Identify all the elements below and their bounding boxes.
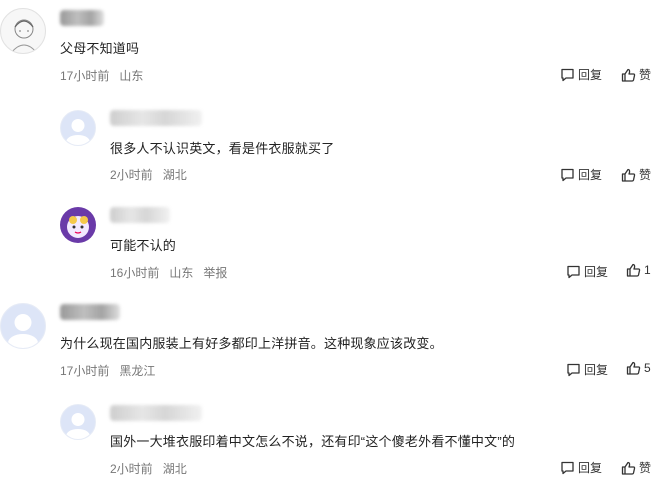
reply-label: 回复 xyxy=(578,461,603,475)
avatar-body-shape xyxy=(66,429,90,439)
like-button[interactable]: 赞 xyxy=(621,66,651,83)
thumbs-up-icon xyxy=(621,68,636,82)
like-button[interactable]: 5 xyxy=(626,361,651,375)
comment-bubble-icon xyxy=(567,265,580,278)
avatar[interactable] xyxy=(60,110,96,146)
comment-time: 17小时前 xyxy=(60,364,110,378)
like-button[interactable]: 赞 xyxy=(621,459,651,476)
reply-button[interactable]: 回复 xyxy=(560,66,602,83)
comment-location: 湖北 xyxy=(162,462,187,476)
comment-location: 湖北 xyxy=(162,168,187,182)
thumbs-up-icon xyxy=(621,168,636,182)
like-button[interactable]: 1 xyxy=(626,263,651,277)
comment-meta: 2小时前 湖北 xyxy=(110,166,197,183)
comment-time: 2小时前 xyxy=(110,462,153,476)
reply-label: 回复 xyxy=(578,68,603,82)
comment-time: 17小时前 xyxy=(60,69,110,83)
reply-button[interactable]: 回复 xyxy=(566,263,608,280)
comment-meta: 16小时前 山东 举报 xyxy=(110,264,237,281)
avatar[interactable] xyxy=(0,303,46,349)
thumbs-up-icon xyxy=(621,461,636,475)
comment-bubble-icon xyxy=(561,461,574,474)
like-label: 赞 xyxy=(639,168,652,182)
like-button[interactable]: 赞 xyxy=(621,166,651,183)
comment-bubble-icon xyxy=(561,68,574,81)
reply-button[interactable]: 回复 xyxy=(566,361,608,378)
avatar[interactable] xyxy=(60,207,96,243)
reply-comment-item: 国外一大堆衣服印着中文怎么不说，还有印“这个傻老外看不懂中文”的 2小时前 湖北 … xyxy=(0,395,660,487)
comment-item: 为什么现在国内服装上有好多都印上洋拼音。这种现象应该改变。 17小时前 黑龙江 回… xyxy=(0,295,660,390)
comment-bubble-icon xyxy=(567,363,580,376)
comment-meta: 17小时前 黑龙江 xyxy=(60,362,165,379)
like-count: 5 xyxy=(644,361,651,375)
avatar-head-shape xyxy=(71,119,85,132)
like-label: 赞 xyxy=(639,68,652,82)
avatar-body-shape xyxy=(8,334,38,348)
like-label: 赞 xyxy=(639,461,652,475)
reply-label: 回复 xyxy=(578,168,603,182)
username-blurred[interactable] xyxy=(110,405,202,421)
comment-bubble-icon xyxy=(561,168,574,181)
sketch-avatar-icon xyxy=(10,19,38,53)
like-count: 1 xyxy=(644,263,651,277)
comment-text: 为什么现在国内服装上有好多都印上洋拼音。这种现象应该改变。 xyxy=(60,336,443,351)
comment-time: 16小时前 xyxy=(110,266,160,280)
comment-meta: 17小时前 山东 xyxy=(60,67,153,84)
comment-item: 父母不知道吗 17小时前 山东 回复 赞 xyxy=(0,0,660,90)
comment-location: 山东 xyxy=(119,69,144,83)
comment-text: 可能不认的 xyxy=(110,238,177,253)
avatar-head-shape xyxy=(71,413,85,426)
comment-location: 黑龙江 xyxy=(119,364,156,378)
comment-text: 很多人不认识英文，看是件衣服就买了 xyxy=(110,141,335,156)
avatar-head-shape xyxy=(14,314,32,331)
username-blurred[interactable] xyxy=(60,10,104,26)
reply-button[interactable]: 回复 xyxy=(560,459,602,476)
comment-location: 山东 xyxy=(169,266,194,280)
avatar[interactable] xyxy=(60,404,96,440)
avatar[interactable] xyxy=(0,8,46,54)
avatar-body-shape xyxy=(66,135,90,145)
reply-comment-item: 可能不认的 16小时前 山东 举报 回复 1 xyxy=(0,195,660,290)
reply-label: 回复 xyxy=(584,363,609,377)
comment-meta: 2小时前 湖北 xyxy=(110,460,197,477)
username-blurred[interactable] xyxy=(110,207,170,223)
comment-time: 2小时前 xyxy=(110,168,153,182)
cartoon-avatar-icon xyxy=(67,216,89,238)
reply-label: 回复 xyxy=(584,265,609,279)
report-link[interactable]: 举报 xyxy=(203,266,227,280)
username-blurred[interactable] xyxy=(60,304,120,320)
comment-text: 国外一大堆衣服印着中文怎么不说，还有印“这个傻老外看不懂中文”的 xyxy=(110,434,516,449)
reply-comment-item: 很多人不认识英文，看是件衣服就买了 2小时前 湖北 回复 赞 xyxy=(0,100,660,190)
reply-button[interactable]: 回复 xyxy=(560,166,602,183)
thumbs-up-icon xyxy=(626,263,641,277)
username-blurred[interactable] xyxy=(110,110,202,126)
thumbs-up-icon xyxy=(626,361,641,375)
comment-text: 父母不知道吗 xyxy=(60,41,140,56)
